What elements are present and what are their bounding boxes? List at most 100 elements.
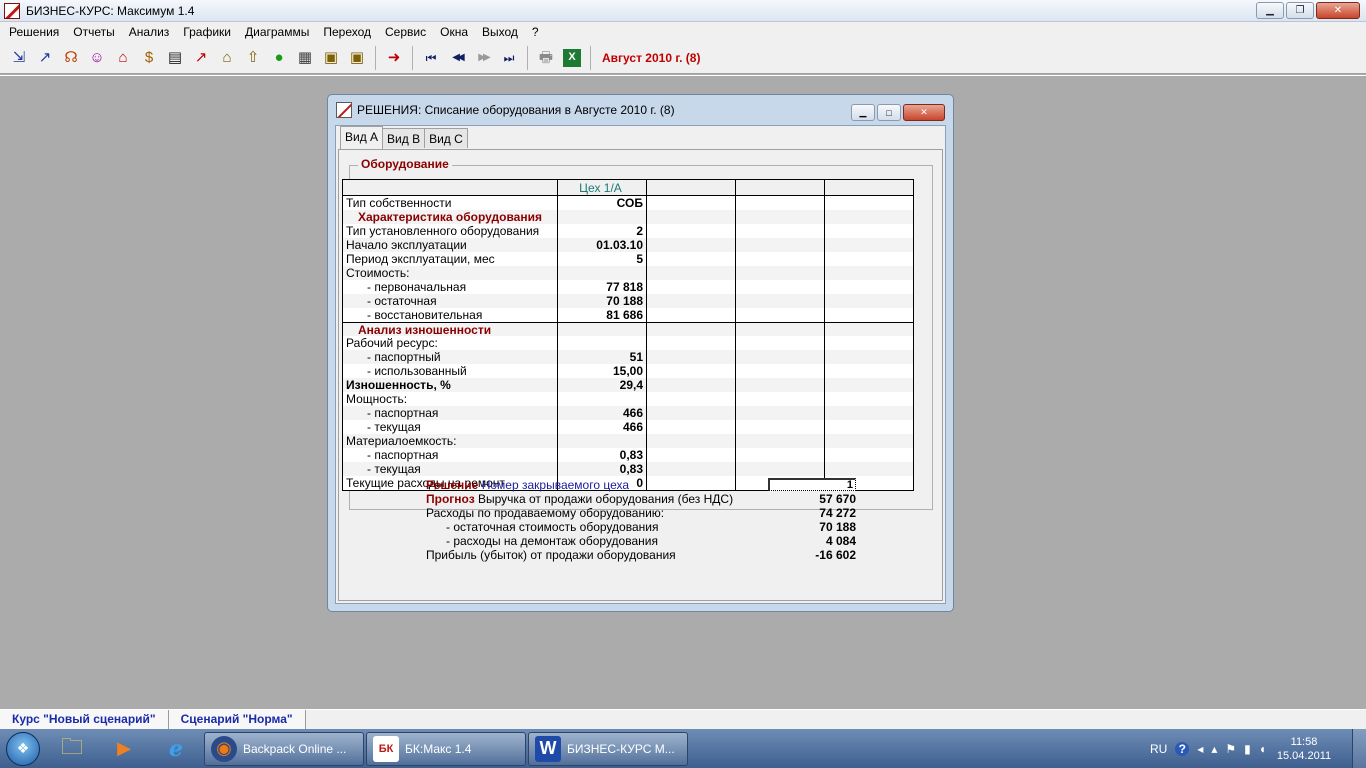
empty-cell[interactable] — [825, 266, 913, 280]
empty-cell[interactable] — [825, 308, 913, 322]
excel-icon[interactable]: X — [563, 48, 581, 67]
empty-cell[interactable] — [736, 392, 825, 406]
print-icon[interactable]: 🖶 — [533, 45, 559, 71]
row-value[interactable]: 0,83 — [558, 448, 647, 462]
minimize-button[interactable]: ▁ — [1256, 2, 1284, 19]
print-preview-icon[interactable]: ▣ — [318, 45, 344, 71]
grid-header-col4[interactable] — [736, 180, 825, 195]
empty-cell[interactable] — [736, 238, 825, 252]
empty-cell[interactable] — [825, 350, 913, 364]
tab-view-a[interactable]: Вид А — [340, 126, 384, 149]
empty-cell[interactable] — [825, 336, 913, 350]
row-value[interactable] — [558, 392, 647, 406]
empty-cell[interactable] — [825, 196, 913, 210]
grid-header-col3[interactable] — [647, 180, 736, 195]
menu-analysis[interactable]: Анализ — [122, 22, 177, 42]
child-restore-button[interactable]: □ — [877, 104, 901, 121]
menu-graphs[interactable]: Графики — [176, 22, 238, 42]
row-value[interactable] — [558, 323, 647, 336]
row-value[interactable]: 2 — [558, 224, 647, 238]
menu-help[interactable]: ? — [525, 22, 546, 42]
empty-cell[interactable] — [647, 364, 736, 378]
empty-cell[interactable] — [736, 224, 825, 238]
bk-window-icon[interactable] — [336, 102, 352, 118]
empty-cell[interactable] — [736, 462, 825, 476]
menu-goto[interactable]: Переход — [316, 22, 378, 42]
last-period-icon[interactable]: ⏭ — [496, 45, 522, 71]
empty-cell[interactable] — [647, 196, 736, 210]
empty-cell[interactable] — [825, 224, 913, 238]
row-value[interactable] — [558, 210, 647, 224]
tab-view-b[interactable]: Вид В — [382, 128, 426, 148]
goto-arrow-icon[interactable]: ➜ — [381, 45, 407, 71]
action-center-icon[interactable]: ⚑ — [1225, 742, 1236, 756]
print-cash-icon[interactable]: ▣ — [344, 45, 370, 71]
norm-scenario-tab[interactable]: Сценарий "Норма" — [168, 710, 306, 729]
grid-header-col5[interactable] — [825, 180, 913, 195]
close-button[interactable]: ✕ — [1316, 2, 1360, 19]
row-value[interactable] — [558, 266, 647, 280]
house-icon[interactable]: ⌂ — [110, 45, 136, 71]
empty-cell[interactable] — [736, 308, 825, 322]
empty-cell[interactable] — [647, 323, 736, 336]
row-value[interactable]: 77 818 — [558, 280, 647, 294]
row-value[interactable]: 81 686 — [558, 308, 647, 322]
empty-cell[interactable] — [736, 196, 825, 210]
help-icon[interactable]: ? — [1175, 741, 1190, 756]
empty-cell[interactable] — [647, 294, 736, 308]
empty-cell[interactable] — [647, 280, 736, 294]
empty-cell[interactable] — [825, 238, 913, 252]
document-icon[interactable]: ▦ — [292, 45, 318, 71]
ie-icon[interactable]: e — [150, 730, 202, 768]
empty-cell[interactable] — [825, 420, 913, 434]
row-value[interactable] — [558, 336, 647, 350]
empty-cell[interactable] — [647, 210, 736, 224]
child-minimize-button[interactable]: ▁ — [851, 104, 875, 121]
empty-cell[interactable] — [647, 462, 736, 476]
empty-cell[interactable] — [736, 406, 825, 420]
empty-cell[interactable] — [825, 210, 913, 224]
empty-cell[interactable] — [647, 252, 736, 266]
media-player-icon[interactable]: ▶ — [98, 730, 150, 768]
menu-decisions[interactable]: Решения — [2, 22, 66, 42]
bank-up-icon[interactable]: ⇧ — [240, 45, 266, 71]
language-indicator[interactable]: RU — [1150, 742, 1167, 756]
show-hidden-icons-icon[interactable]: ▴ — [1211, 742, 1217, 756]
decisions-icon[interactable]: ⇲ — [6, 45, 32, 71]
empty-cell[interactable] — [825, 280, 913, 294]
app-logo-icon[interactable] — [4, 2, 20, 19]
empty-cell[interactable] — [647, 350, 736, 364]
empty-cell[interactable] — [825, 252, 913, 266]
row-value[interactable]: 15,00 — [558, 364, 647, 378]
row-value[interactable]: 29,4 — [558, 378, 647, 392]
empty-cell[interactable] — [825, 434, 913, 448]
empty-cell[interactable] — [736, 336, 825, 350]
taskbar-bk-button[interactable]: БК БК:Макс 1.4 — [366, 731, 526, 766]
chart-up-icon[interactable]: ↗ — [32, 45, 58, 71]
network-icon[interactable]: ▮ — [1244, 742, 1251, 756]
empty-cell[interactable] — [825, 364, 913, 378]
empty-cell[interactable] — [825, 294, 913, 308]
empty-cell[interactable] — [647, 238, 736, 252]
empty-cell[interactable] — [647, 392, 736, 406]
menu-diagrams[interactable]: Диаграммы — [238, 22, 316, 42]
menu-exit[interactable]: Выход — [475, 22, 525, 42]
menu-reports[interactable]: Отчеты — [66, 22, 121, 42]
empty-cell[interactable] — [647, 266, 736, 280]
empty-cell[interactable] — [736, 420, 825, 434]
empty-cell[interactable] — [736, 252, 825, 266]
empty-cell[interactable] — [736, 434, 825, 448]
row-value[interactable]: 5 — [558, 252, 647, 266]
empty-cell[interactable] — [647, 308, 736, 322]
restore-button[interactable]: ❐ — [1286, 2, 1314, 19]
start-button[interactable]: ❖ — [0, 730, 46, 768]
team-icon[interactable]: ☺ — [84, 45, 110, 71]
empty-cell[interactable] — [825, 392, 913, 406]
row-value[interactable]: 70 188 — [558, 294, 647, 308]
show-desktop-button[interactable] — [1352, 729, 1366, 768]
row-value[interactable]: 0,83 — [558, 462, 647, 476]
bank-icon[interactable]: ⌂ — [214, 45, 240, 71]
grid-header-workshop-1a[interactable]: Цех 1/А — [558, 180, 647, 195]
empty-cell[interactable] — [647, 420, 736, 434]
empty-cell[interactable] — [825, 378, 913, 392]
